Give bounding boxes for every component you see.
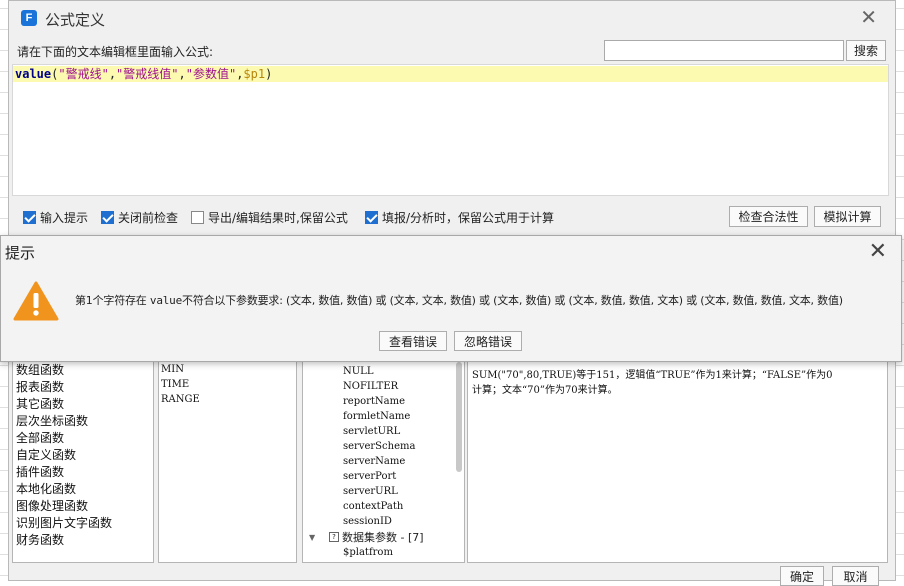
category-item[interactable]: 插件函数 [13,464,153,481]
alert-title: 提示 [5,244,36,262]
param-item[interactable]: NOFILTER [343,379,464,394]
param-item[interactable]: reportName [343,394,464,409]
param-item[interactable]: serverSchema [343,439,464,454]
input-hint-checkbox[interactable] [23,210,36,224]
validation-alert-dialog: 提示 ✕ 第1个字符存在 value不符合以下参数要求: (文本, 数值, 数值… [0,235,902,362]
function-list[interactable]: MIN TIME RANGE [158,341,297,563]
category-item[interactable]: 自定义函数 [13,447,153,464]
category-item[interactable]: 识别图片文字函数 [13,515,153,532]
dataset-node-icon: ? [329,532,339,542]
check-validity-button[interactable]: 检查合法性 [729,206,808,227]
parameter-tree[interactable]: NULL NOFILTER reportName formletName ser… [302,341,465,563]
category-item[interactable]: 报表函数 [13,379,153,396]
ignore-error-button[interactable]: 忽略错误 [454,331,522,351]
keep-formula-export-label: 导出/编辑结果时,保留公式 [208,210,348,225]
ok-button[interactable]: 确定 [780,566,824,586]
app-logo-icon: F [21,10,37,26]
category-item[interactable]: 图像处理函数 [13,498,153,515]
search-button[interactable]: 搜索 [846,40,886,61]
option-input-hint[interactable]: 输入提示 [23,208,88,226]
keep-formula-fill-label: 填报/分析时，保留公式用于计算 [382,210,555,225]
param-item[interactable]: serverPort [343,469,464,484]
formula-arg-2: "警戒线值" [116,67,179,81]
param-item[interactable]: serverURL [343,484,464,499]
category-list[interactable]: 数组函数 报表函数 其它函数 层次坐标函数 全部函数 自定义函数 插件函数 本地… [12,341,154,563]
formula-arg-4: $p1 [243,67,266,81]
param-item[interactable]: serverName [343,454,464,469]
alert-close-icon[interactable]: ✕ [869,239,887,265]
tree-expand-icon[interactable]: ▼ [309,533,321,542]
function-description: SUM("70",80,TRUE)等于151，逻辑值“TRUE”作为1来计算；“… [467,341,888,563]
dataset-param-node[interactable]: ▼ ? 数据集参数 - [7] [303,529,464,545]
formula-comma-1: , [108,67,117,81]
formula-prompt-label: 请在下面的文本编辑框里面输入公式: [17,45,214,59]
alert-message-function: value [149,294,183,307]
close-icon[interactable]: ✕ [860,7,877,27]
option-keep-formula-fill[interactable]: 填报/分析时，保留公式用于计算 [365,208,554,226]
param-item[interactable]: contextPath [343,499,464,514]
alert-message-suffix: 不符合以下参数要求: (文本, 数值, 数值) 或 (文本, 文本, 数值) 或… [182,294,843,307]
option-keep-formula-export[interactable]: 导出/编辑结果时,保留公式 [191,208,348,226]
dataset-param-item[interactable]: $platfrom [343,545,464,560]
simulate-calc-button[interactable]: 模拟计算 [814,206,881,227]
category-item[interactable]: 财务函数 [13,532,153,549]
dialog-title: 公式定义 [45,11,106,29]
formula-line[interactable]: value("警戒线","警戒线值","参数值",$p1) [13,66,888,82]
description-line: SUM("70",80,TRUE)等于151，逻辑值“TRUE”作为1来计算；“… [472,370,833,381]
function-item[interactable]: TIME [159,377,296,392]
warning-icon [13,281,59,321]
formula-arg-3: "参数值" [185,67,237,81]
input-hint-label: 输入提示 [40,210,89,225]
dialog-titlebar: F 公式定义 ✕ [9,1,895,35]
formula-close-paren: ) [265,67,273,81]
category-item[interactable]: 数组函数 [13,362,153,379]
check-before-close-checkbox[interactable] [101,210,114,224]
category-item[interactable]: 其它函数 [13,396,153,413]
check-before-close-label: 关闭前检查 [118,210,179,225]
search-input[interactable] [604,40,844,61]
dataset-node-label: 数据集参数 - [7] [342,531,424,544]
category-item[interactable]: 全部函数 [13,430,153,447]
alert-message-prefix: 第1个字符存在 [75,294,150,307]
param-item[interactable]: formletName [343,409,464,424]
alert-message: 第1个字符存在 value不符合以下参数要求: (文本, 数值, 数值) 或 (… [75,292,843,308]
function-item[interactable]: MIN [159,362,296,377]
param-item[interactable]: NULL [343,364,464,379]
formula-function-token: value [15,67,52,81]
parameter-scrollbar[interactable] [456,362,462,472]
formula-arg-1: "警戒线" [58,67,109,81]
param-item[interactable]: sessionID [343,514,464,529]
cancel-button[interactable]: 取消 [832,566,879,586]
category-item[interactable]: 层次坐标函数 [13,413,153,430]
description-line: 计算；文本“70”作为70来计算。 [472,385,618,396]
function-item[interactable]: RANGE [159,392,296,407]
category-item[interactable]: 本地化函数 [13,481,153,498]
formula-editor[interactable]: value("警戒线","警戒线值","参数值",$p1) [12,64,889,196]
option-check-before-close[interactable]: 关闭前检查 [101,208,178,226]
view-error-button[interactable]: 查看错误 [379,331,447,351]
keep-formula-export-checkbox[interactable] [191,210,204,224]
keep-formula-fill-checkbox[interactable] [365,210,378,224]
param-item[interactable]: servletURL [343,424,464,439]
formula-comma-2: , [178,67,186,81]
